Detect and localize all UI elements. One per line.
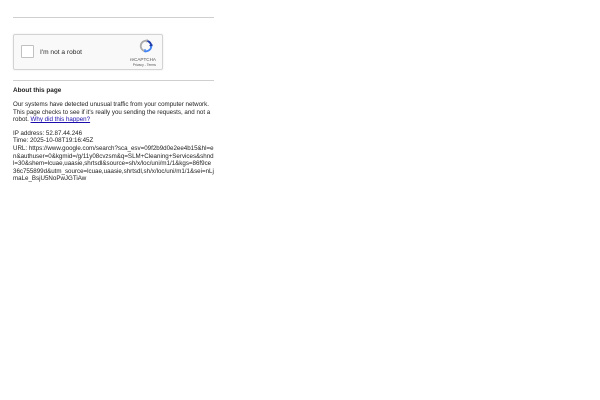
- about-paragraph: Our systems have detected unusual traffi…: [13, 101, 214, 124]
- middle-divider: [13, 80, 214, 81]
- request-info: IP address: 52.87.44.246 Time: 2025-10-0…: [13, 130, 214, 183]
- recaptcha-widget: I'm not a robot reCAPTCHA Privacy - Term…: [13, 34, 163, 70]
- about-heading: About this page: [13, 87, 62, 94]
- ip-label: IP address:: [13, 129, 46, 137]
- why-link[interactable]: Why did this happen?: [31, 116, 91, 123]
- url-value: https://www.google.com/search?sca_esv=09…: [13, 144, 214, 183]
- recaptcha-checkbox[interactable]: [21, 45, 34, 58]
- recaptcha-logo-icon: [139, 39, 153, 53]
- time-line: Time: 2025-10-08T19:16:45Z: [13, 137, 214, 145]
- recaptcha-links: Privacy - Terms: [133, 63, 156, 67]
- sorry-page: I'm not a robot reCAPTCHA Privacy - Term…: [13, 0, 214, 183]
- url-line: URL: https://www.google.com/search?sca_e…: [13, 145, 214, 183]
- recaptcha-brand: reCAPTCHA: [129, 56, 156, 62]
- terms-link[interactable]: Terms: [147, 63, 156, 67]
- ip-value: 52.87.44.246: [45, 129, 83, 137]
- time-value: 2025-10-08T19:16:45Z: [29, 137, 94, 145]
- recaptcha-label: I'm not a robot: [40, 48, 82, 56]
- time-label: Time:: [13, 137, 30, 145]
- privacy-link[interactable]: Privacy: [133, 63, 144, 67]
- ip-line: IP address: 52.87.44.246: [13, 130, 214, 138]
- url-label: URL:: [13, 144, 29, 152]
- top-divider: [13, 17, 214, 18]
